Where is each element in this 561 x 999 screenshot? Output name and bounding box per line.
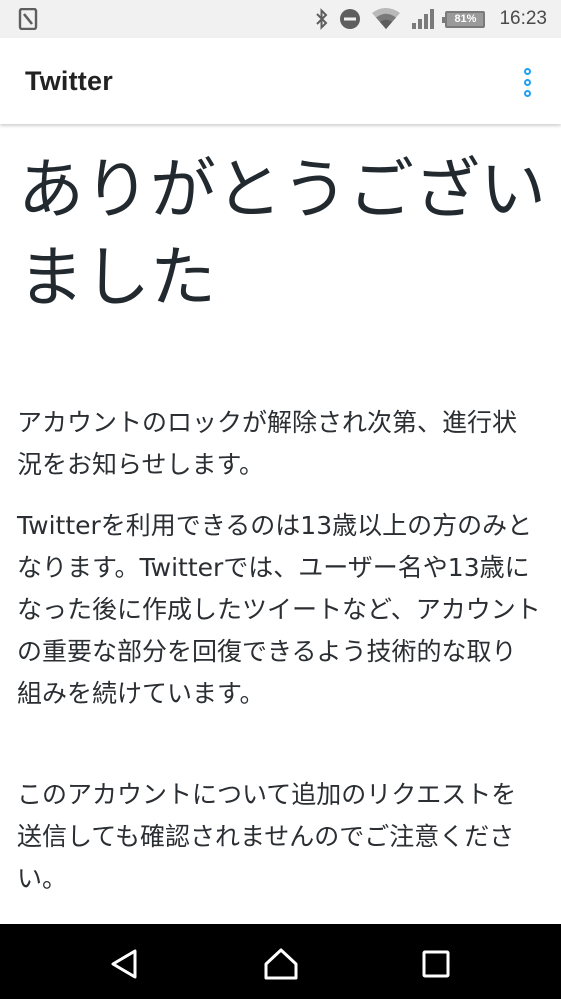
app-title: Twitter: [25, 66, 113, 96]
signal-icon: [411, 8, 435, 30]
battery-percent: 81%: [454, 13, 477, 25]
home-icon[interactable]: [261, 944, 301, 984]
status-bar: 81% 16:23: [0, 0, 561, 38]
paragraph-age-requirement: Twitterを利用できるのは13歳以上の方のみとなります。Twitterでは、…: [17, 511, 541, 708]
status-icons: 81% 16:23: [315, 0, 547, 38]
screen: 81% 16:23 Twitter ありがとうございました アカウントのロックが…: [0, 0, 561, 999]
menu-dot: [523, 78, 531, 86]
overflow-menu-icon[interactable]: [513, 62, 541, 102]
navigation-bar: [0, 924, 561, 999]
app-bar: Twitter: [0, 38, 561, 124]
menu-dot: [523, 67, 531, 75]
recents-icon[interactable]: [416, 944, 456, 984]
wifi-icon: [371, 7, 401, 31]
notification-icon: [18, 8, 38, 30]
page-heading: ありがとうございました: [18, 151, 546, 316]
back-icon[interactable]: [104, 944, 144, 984]
status-time: 16:23: [499, 8, 547, 29]
bluetooth-icon: [315, 8, 329, 30]
paragraph-request-notice: このアカウントについて追加のリクエストを送信しても確認されませんのでご注意くださ…: [17, 780, 517, 893]
do-not-disturb-icon: [339, 8, 361, 30]
battery-icon: 81%: [442, 10, 486, 28]
paragraph-unlock-notice: アカウントのロックが解除され次第、進行状況をお知らせします。: [17, 408, 518, 479]
main-content: ありがとうございました アカウントのロックが解除され次第、進行状況をお知らせしま…: [0, 124, 561, 924]
menu-dot: [523, 89, 531, 97]
